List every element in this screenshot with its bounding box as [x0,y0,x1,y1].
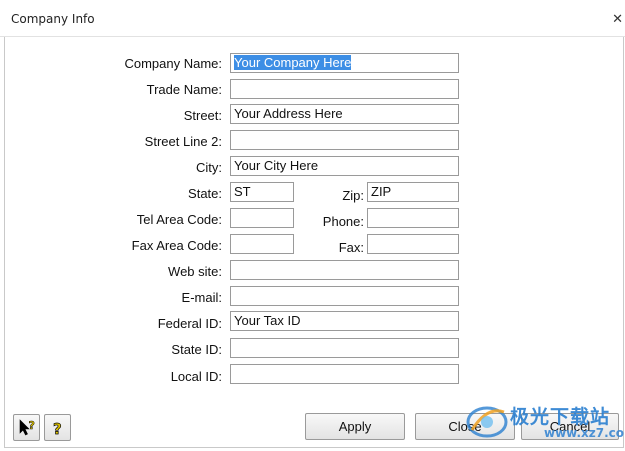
local-id-label: Local ID: [170,369,222,384]
street-input[interactable]: Your Address Here [230,104,459,124]
trade-name-label: Trade Name: [146,82,222,97]
window-title: Company Info [11,12,95,26]
context-help-button[interactable]: ? [13,414,40,441]
watermark: 极光下载站 www.xz7.com [462,398,625,446]
zip-label: Zip: [342,188,364,203]
zip-input[interactable]: ZIP [367,182,459,202]
company-name-value: Your Company Here [234,55,352,70]
context-help-pointer-icon: ? [19,419,35,436]
state-id-input[interactable] [230,338,459,358]
title-bar: Company Info ✕ [0,0,625,37]
street-label: Street: [183,108,222,123]
phone-label: Phone: [322,214,364,229]
question-mark-icon: ? [53,420,62,437]
fax-input[interactable] [367,234,459,254]
company-name-input[interactable]: Your Company Here [230,53,459,73]
company-info-dialog: Company Info ✕ Company Name: Your Compan… [0,0,625,451]
watermark-url: www.xz7.com [544,426,625,440]
tel-area-code-input[interactable] [230,208,294,228]
help-button[interactable]: ? [44,414,71,441]
website-input[interactable] [230,260,459,280]
street-line2-input[interactable] [230,130,459,150]
federal-id-input[interactable]: Your Tax ID [230,311,459,331]
tel-area-code-label: Tel Area Code: [136,212,222,227]
fax-area-code-input[interactable] [230,234,294,254]
trade-name-input[interactable] [230,79,459,99]
email-input[interactable] [230,286,459,306]
phone-input[interactable] [367,208,459,228]
fax-area-code-label: Fax Area Code: [131,238,222,253]
state-label: State: [188,186,222,201]
company-name-label: Company Name: [124,56,222,71]
fax-label: Fax: [338,240,364,255]
apply-button[interactable]: Apply [305,413,405,440]
local-id-input[interactable] [230,364,459,384]
svg-text:?: ? [29,419,35,432]
watermark-logo-icon [466,406,508,438]
city-label: City: [196,160,222,175]
website-label: Web site: [168,264,222,279]
watermark-text: 极光下载站 [510,406,611,428]
federal-id-label: Federal ID: [157,316,222,331]
state-input[interactable]: ST [230,182,294,202]
close-window-icon[interactable]: ✕ [612,11,623,27]
email-label: E-mail: [181,290,222,305]
street-line2-label: Street Line 2: [144,134,222,149]
city-input[interactable]: Your City Here [230,156,459,176]
svg-text:?: ? [53,420,62,437]
state-id-label: State ID: [171,342,222,357]
